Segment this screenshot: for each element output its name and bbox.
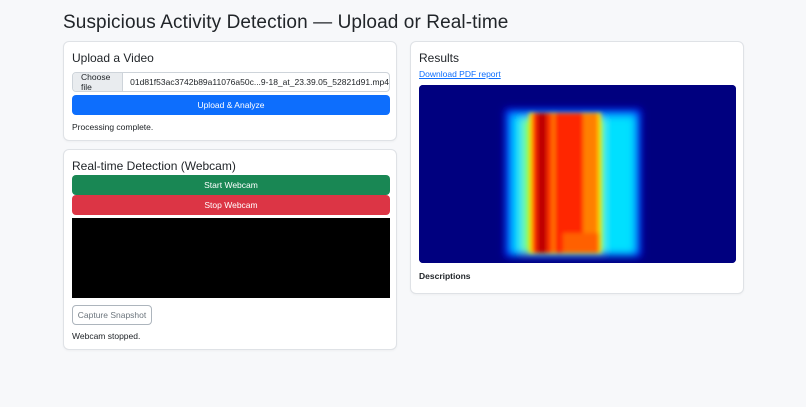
webcam-card: Real-time Detection (Webcam) Start Webca… [63, 149, 397, 350]
file-input[interactable]: Choose file 01d81f53ac3742b89a11076a50c.… [72, 72, 390, 92]
start-webcam-button[interactable]: Start Webcam [72, 175, 390, 195]
webcam-card-title: Real-time Detection (Webcam) [72, 159, 236, 173]
results-card: Results Download PDF report Descriptions [410, 41, 744, 294]
descriptions-label: Descriptions [419, 271, 471, 281]
upload-card: Upload a Video Choose file 01d81f53ac374… [63, 41, 397, 141]
heatmap-image [419, 85, 736, 263]
webcam-status: Webcam stopped. [72, 331, 141, 341]
stop-webcam-button[interactable]: Stop Webcam [72, 195, 390, 215]
download-pdf-link[interactable]: Download PDF report [419, 69, 501, 79]
selected-file-name: 01d81f53ac3742b89a11076a50c...9-18_at_23… [130, 77, 389, 87]
capture-snapshot-button[interactable]: Capture Snapshot [72, 305, 152, 325]
webcam-video [72, 218, 390, 298]
upload-analyze-button[interactable]: Upload & Analyze [72, 95, 390, 115]
choose-file-button[interactable]: Choose file [73, 73, 124, 91]
page-title: Suspicious Activity Detection — Upload o… [63, 12, 509, 33]
results-title: Results [419, 51, 460, 65]
upload-card-title: Upload a Video [72, 51, 154, 65]
upload-status: Processing complete. [72, 122, 154, 132]
